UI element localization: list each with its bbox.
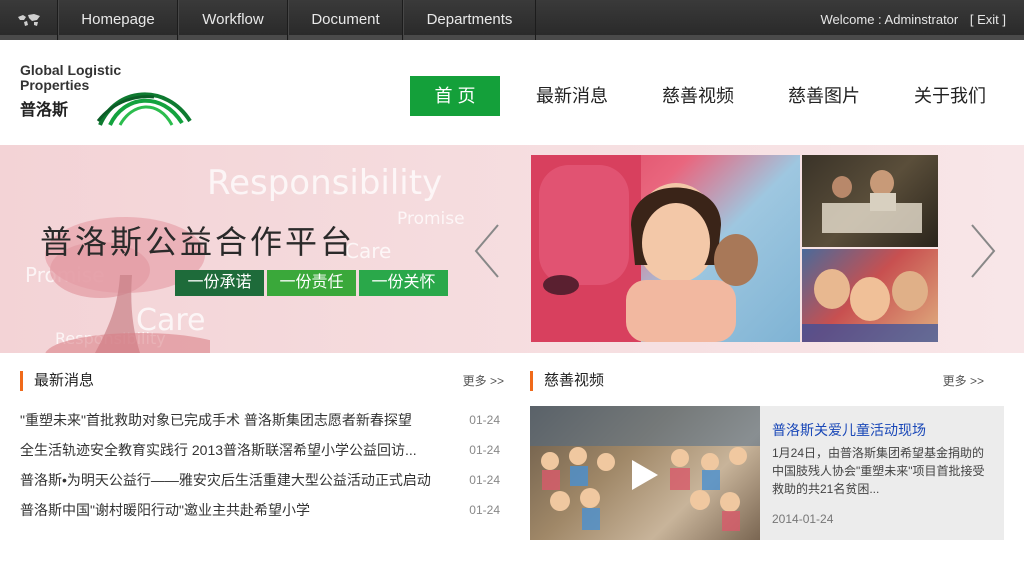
hero-banner: Responsibility Promise Care Promise Care… [0, 145, 1024, 353]
news-date: 01-24 [469, 503, 500, 517]
section-bar [20, 371, 23, 391]
video-section-title: 慈善视频 [544, 372, 605, 389]
video-thumbnail[interactable] [530, 406, 760, 540]
video-card[interactable]: 普洛斯关爱儿童活动现场 1月24日，由普洛斯集团希望基金捐助的中国肢残人协会"重… [530, 406, 1004, 540]
globe-icon[interactable] [0, 0, 58, 40]
logo-line-1: Global Logistic [20, 62, 122, 78]
news-title[interactable]: 全生活轨迹安全教育实践行 2013普洛斯联滘希望小学公益回访... [20, 435, 417, 465]
video-date: 2014-01-24 [772, 512, 834, 526]
list-item[interactable]: 全生活轨迹安全教育实践行 2013普洛斯联滘希望小学公益回访... 01-24 [20, 435, 500, 465]
topnav-departments[interactable]: Departments [403, 0, 536, 40]
news-title[interactable]: 普洛斯中国"谢村暖阳行动"邀业主共赴希望小学 [20, 495, 310, 525]
banner-tags: 一份承诺 一份责任 一份关怀 [175, 270, 448, 296]
site-header: Global Logistic Properties 普洛斯 首 页 最新消息 … [0, 45, 1024, 145]
news-section-title: 最新消息 [34, 372, 95, 389]
nav-charity-photos[interactable]: 慈善图片 [770, 76, 878, 116]
top-bar: Homepage Workflow Document Departments W… [0, 0, 1024, 40]
banner-bg-word: Promise [397, 209, 465, 229]
chevron-right-icon[interactable] [968, 223, 998, 279]
top-nav: Homepage Workflow Document Departments [58, 0, 536, 40]
list-item[interactable]: 普洛斯•为明天公益行——雅安灾后生活重建大型公益活动正式启动 01-24 [20, 465, 500, 495]
news-title[interactable]: "重塑未来"首批救助对象已完成手术 普洛斯集团志愿者新春探望 [20, 405, 412, 435]
main-nav: 首 页 最新消息 慈善视频 慈善图片 关于我们 [410, 76, 1004, 116]
news-date: 01-24 [469, 413, 500, 427]
welcome-text: Welcome : Adminstrator [820, 12, 959, 27]
news-date: 01-24 [469, 473, 500, 487]
nav-about-us[interactable]: 关于我们 [896, 76, 1004, 116]
news-list: "重塑未来"首批救助对象已完成手术 普洛斯集团志愿者新春探望 01-24 全生活… [20, 405, 500, 525]
list-item[interactable]: 普洛斯中国"谢村暖阳行动"邀业主共赴希望小学 01-24 [20, 495, 500, 525]
topnav-document[interactable]: Document [288, 0, 403, 40]
play-icon[interactable] [630, 458, 660, 492]
banner-photo-girl [531, 155, 800, 342]
nav-latest-news[interactable]: 最新消息 [518, 76, 626, 116]
welcome-area: Welcome : Adminstrator [ Exit ] [820, 0, 1006, 40]
exit-link[interactable]: [ Exit ] [970, 12, 1006, 27]
nav-home[interactable]: 首 页 [410, 76, 500, 116]
list-item[interactable]: "重塑未来"首批救助对象已完成手术 普洛斯集团志愿者新春探望 01-24 [20, 405, 500, 435]
tag-care[interactable]: 一份关怀 [359, 270, 448, 296]
video-section-header: 慈善视频 更多 >> [530, 371, 984, 391]
section-bar [530, 371, 533, 391]
video-description: 1月24日，由普洛斯集团希望基金捐助的中国肢残人协会"重塑未来"项目首批接受救助… [772, 446, 985, 496]
tag-responsibility[interactable]: 一份责任 [267, 270, 356, 296]
news-more-link[interactable]: 更多 >> [463, 371, 504, 391]
news-title[interactable]: 普洛斯•为明天公益行——雅安灾后生活重建大型公益活动正式启动 [20, 465, 431, 495]
banner-title: 普洛斯公益合作平台 [40, 224, 356, 260]
topnav-workflow[interactable]: Workflow [178, 0, 288, 40]
nav-charity-videos[interactable]: 慈善视频 [644, 76, 752, 116]
video-title[interactable]: 普洛斯关爱儿童活动现场 [772, 420, 926, 440]
topnav-homepage[interactable]: Homepage [58, 0, 178, 40]
video-more-link[interactable]: 更多 >> [943, 371, 984, 391]
logo-arcs-icon [96, 92, 192, 126]
news-date: 01-24 [469, 443, 500, 457]
tag-promise[interactable]: 一份承诺 [175, 270, 264, 296]
chevron-left-icon[interactable] [472, 223, 502, 279]
banner-photo-classroom [802, 155, 938, 247]
banner-photo-children [802, 249, 938, 342]
banner-bg-word: Responsibility [207, 163, 443, 203]
news-section-header: 最新消息 更多 >> [20, 371, 504, 391]
